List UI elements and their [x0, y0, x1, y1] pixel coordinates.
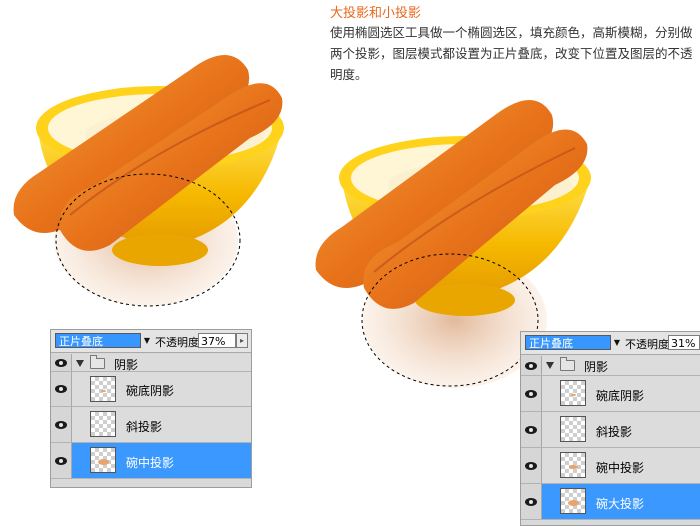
layers-toolbar: 正片叠底 ▼ 不透明度: 31%: [521, 332, 700, 355]
expand-triangle-icon[interactable]: [546, 362, 554, 369]
visibility-eye-icon[interactable]: [55, 420, 67, 429]
layer-name: 碗底阴影: [596, 388, 645, 403]
folder-icon: [90, 355, 105, 369]
opacity-input[interactable]: 37%: [198, 333, 236, 348]
layer-group-row[interactable]: 阴影: [521, 356, 700, 376]
layer-thumbnail: [90, 376, 116, 402]
visibility-eye-icon[interactable]: [525, 361, 537, 370]
layer-name: 碗大投影: [596, 496, 645, 511]
expand-triangle-icon[interactable]: [76, 360, 84, 367]
layer-thumbnail: [560, 452, 586, 478]
chevron-down-icon[interactable]: ▼: [141, 333, 153, 348]
layer-group-name: 阴影: [584, 360, 609, 374]
layer-row[interactable]: 斜投影: [521, 412, 700, 448]
layer-name: 斜投影: [126, 419, 163, 434]
youtiao-bowl-illustration-left: [13, 55, 284, 307]
layer-group-row[interactable]: 阴影: [51, 354, 251, 372]
layer-thumbnail: [90, 447, 116, 473]
layers-panel-right: 正片叠底 ▼ 不透明度: 31% 阴影 碗底阴影 斜投影 碗中投影 碗大投影: [520, 331, 700, 526]
layer-thumbnail: [560, 380, 586, 406]
visibility-eye-icon[interactable]: [525, 425, 537, 434]
layer-name: 碗中投影: [596, 460, 645, 475]
opacity-slider-arrow-icon[interactable]: ▸: [236, 333, 248, 348]
blend-mode-select[interactable]: 正片叠底: [525, 335, 611, 350]
layers-toolbar: 正片叠底 ▼ 不透明度: 37% ▸: [51, 330, 251, 353]
layer-row[interactable]: 斜投影: [51, 407, 251, 443]
opacity-label: 不透明度:: [625, 338, 673, 351]
layer-name: 碗中投影: [126, 455, 175, 470]
layer-thumbnail: [560, 488, 586, 514]
opacity-input[interactable]: 31%: [668, 335, 700, 350]
visibility-eye-icon[interactable]: [55, 358, 67, 367]
layer-name: 碗底阴影: [126, 384, 175, 398]
layer-name: 斜投影: [596, 424, 633, 439]
visibility-eye-icon[interactable]: [55, 385, 67, 393]
visibility-eye-icon[interactable]: [525, 461, 537, 470]
layer-row[interactable]: 碗中投影: [521, 448, 700, 484]
chevron-down-icon[interactable]: ▼: [611, 335, 623, 350]
layer-row-selected[interactable]: 碗中投影: [51, 443, 251, 479]
layers-panel-left: 正片叠底 ▼ 不透明度: 37% ▸ 阴影 碗底阴影 斜投影 碗中投影: [50, 329, 252, 488]
layer-thumbnail: [560, 416, 586, 442]
layer-row-selected[interactable]: 碗大投影: [521, 484, 700, 520]
visibility-eye-icon[interactable]: [55, 456, 67, 465]
layer-row[interactable]: 碗底阴影: [51, 372, 251, 407]
folder-icon: [560, 357, 575, 371]
visibility-eye-icon[interactable]: [525, 497, 537, 506]
blend-mode-select[interactable]: 正片叠底: [55, 333, 141, 348]
visibility-eye-icon[interactable]: [525, 389, 537, 398]
opacity-label: 不透明度:: [155, 336, 203, 349]
layer-thumbnail: [90, 411, 116, 437]
layer-group-name: 阴影: [114, 358, 139, 372]
layer-row[interactable]: 碗底阴影: [521, 376, 700, 412]
tutorial-title: 大投影和小投影: [330, 6, 422, 21]
tutorial-description: 使用椭圆选区工具做一个椭圆选区，填充颜色，高斯模糊，分别做两个投影，图层模式都设…: [330, 25, 693, 82]
